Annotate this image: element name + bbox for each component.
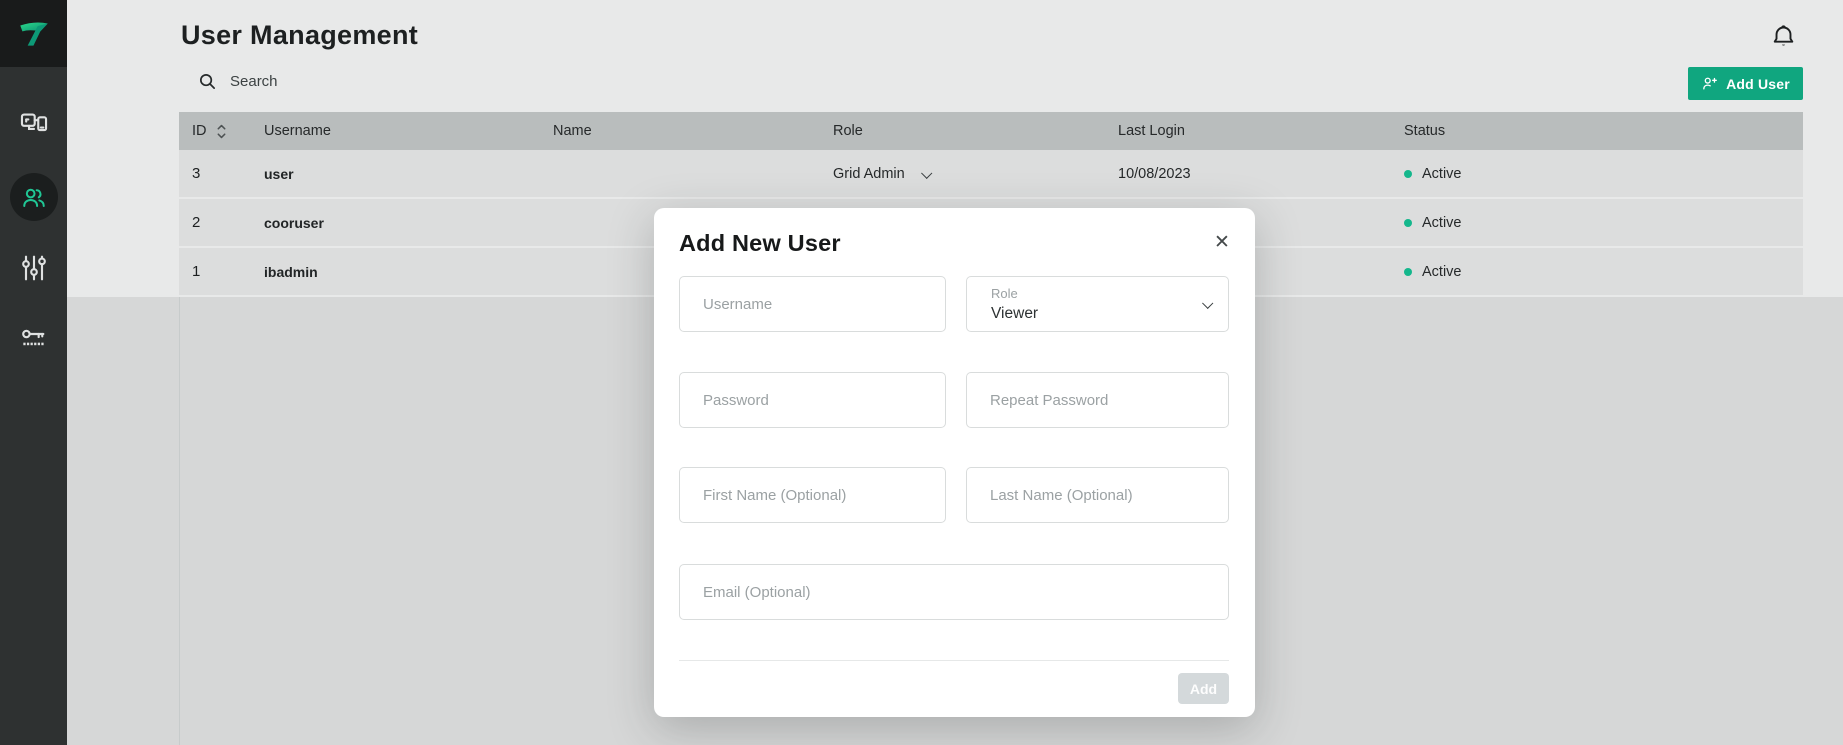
- status-dot-icon: [1404, 268, 1412, 276]
- role-select-label: Role: [991, 286, 1018, 301]
- table-row[interactable]: 3user Grid Admin 10/08/2023 Active: [179, 150, 1803, 197]
- table-header-row: ID Username Name Role Last Login Status: [179, 112, 1803, 150]
- email-field[interactable]: [679, 564, 1229, 620]
- sidebar-item-keys[interactable]: [14, 318, 54, 358]
- cell-id: 3: [179, 165, 264, 182]
- status-label: Active: [1422, 264, 1462, 280]
- cell-status: Active: [1404, 264, 1803, 280]
- email-field-wrap: [679, 564, 1229, 620]
- modal-row-4: [679, 564, 1229, 620]
- cell-username: cooruser: [264, 215, 553, 231]
- modal-footer-divider: [679, 660, 1229, 661]
- notifications-button[interactable]: [1767, 20, 1799, 52]
- column-header-id-label: ID: [192, 123, 207, 139]
- chevron-down-icon: [1202, 298, 1213, 309]
- cell-id: 1: [179, 263, 264, 280]
- sliders-icon: [18, 252, 50, 284]
- bell-icon: [1770, 23, 1797, 50]
- column-header-username[interactable]: Username: [264, 123, 553, 139]
- first-name-field[interactable]: [679, 467, 946, 523]
- password-field-wrap: [679, 372, 946, 428]
- column-header-role[interactable]: Role: [833, 123, 1118, 139]
- logo-icon: [15, 15, 53, 53]
- first-name-field-wrap: [679, 467, 946, 523]
- user-plus-icon: [1701, 75, 1718, 92]
- cell-status: Active: [1404, 215, 1803, 231]
- app-screen: User Management Add User ID: [0, 0, 1843, 745]
- modal-title: Add New User: [679, 230, 841, 257]
- column-header-name[interactable]: Name: [553, 123, 833, 139]
- sidebar-item-settings[interactable]: [14, 248, 54, 288]
- app-logo[interactable]: [0, 0, 67, 67]
- cell-role: Grid Admin: [833, 166, 1118, 182]
- repeat-password-field-wrap: [966, 372, 1229, 428]
- repeat-password-field[interactable]: [966, 372, 1229, 428]
- sidebar-item-users[interactable]: [10, 173, 58, 221]
- grid-icon: [17, 106, 51, 140]
- cell-last-login: 10/08/2023: [1118, 166, 1404, 182]
- sidebar-item-grid[interactable]: [14, 103, 54, 143]
- password-field[interactable]: [679, 372, 946, 428]
- modal-row-3: [679, 467, 1229, 523]
- status-label: Active: [1422, 166, 1462, 182]
- last-name-field[interactable]: [966, 467, 1229, 523]
- add-user-button[interactable]: Add User: [1688, 67, 1803, 100]
- cell-id: 2: [179, 214, 264, 231]
- column-header-status[interactable]: Status: [1404, 123, 1803, 139]
- role-select-value: Viewer: [991, 305, 1038, 323]
- last-name-field-wrap: [966, 467, 1229, 523]
- sort-icon: [216, 124, 227, 139]
- users-icon: [20, 184, 47, 211]
- key-icon: [18, 322, 50, 354]
- cell-username: user: [264, 166, 553, 182]
- page-title: User Management: [181, 20, 418, 51]
- status-label: Active: [1422, 215, 1462, 231]
- add-user-button-label: Add User: [1726, 76, 1790, 92]
- modal-add-button[interactable]: Add: [1178, 673, 1229, 704]
- column-header-id[interactable]: ID: [179, 123, 264, 139]
- cell-username: ibadmin: [264, 264, 553, 280]
- modal-row-2: [679, 372, 1229, 428]
- column-header-last-login[interactable]: Last Login: [1118, 123, 1404, 139]
- search-bar: [194, 64, 534, 98]
- cell-status: Active: [1404, 166, 1803, 182]
- row-role-select[interactable]: Grid Admin: [833, 166, 930, 182]
- add-user-modal: Add New User ✕ Role Viewer: [654, 208, 1255, 717]
- close-icon[interactable]: ✕: [1209, 230, 1235, 256]
- row-role-value: Grid Admin: [833, 166, 905, 182]
- role-select[interactable]: Role Viewer: [966, 276, 1229, 332]
- status-dot-icon: [1404, 170, 1412, 178]
- modal-row-1: Role Viewer: [679, 276, 1229, 332]
- username-field-wrap: [679, 276, 946, 332]
- status-dot-icon: [1404, 219, 1412, 227]
- chevron-down-icon: [921, 167, 932, 178]
- search-input[interactable]: [194, 64, 534, 98]
- sidebar: [0, 0, 67, 745]
- username-field[interactable]: [679, 276, 946, 332]
